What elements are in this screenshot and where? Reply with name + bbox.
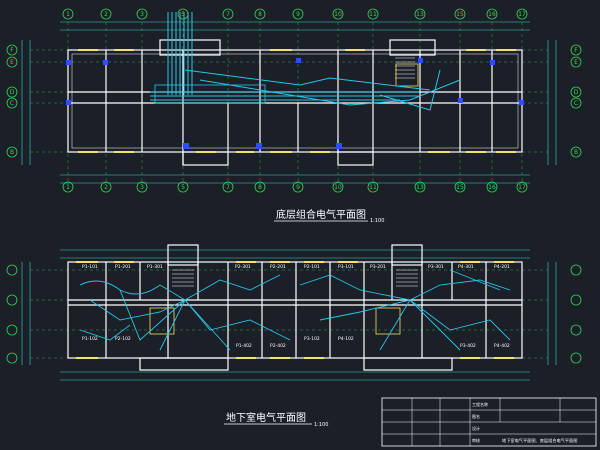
- axis-label: 10: [334, 11, 342, 18]
- axis-label: B: [574, 149, 578, 156]
- axis-label: 17: [518, 184, 526, 191]
- axis-label: 17: [518, 11, 526, 18]
- cad-drawing-canvas: 1 2 3 5 7 8 9 10 11 13 15 16 17 1 2 3 5 …: [0, 0, 600, 450]
- room-label: P2-101: [304, 264, 320, 270]
- axis-label: 11: [369, 11, 377, 18]
- room-label: P4-201: [494, 264, 510, 270]
- room-label: P1-101: [82, 264, 98, 270]
- axis-label: 1: [66, 184, 70, 191]
- bottom-plan-title: 地下室电气平面图: [226, 411, 306, 424]
- axis-label: 5: [181, 11, 185, 18]
- axis-label: 15: [456, 184, 464, 191]
- axis-label: 16: [488, 11, 496, 18]
- axis-label: 8: [258, 184, 262, 191]
- top-plan-title: 底层组合电气平面图: [276, 208, 366, 221]
- axis-label: 7: [226, 11, 230, 18]
- room-label: P2-102: [115, 336, 131, 342]
- room-label: P3-201: [370, 264, 386, 270]
- title-block-row: 工程名称: [472, 401, 488, 407]
- axis-label: 13: [416, 184, 424, 191]
- axis-label: 3: [140, 184, 144, 191]
- room-label: P4-102: [338, 336, 354, 342]
- axis-label: F: [10, 47, 14, 54]
- title-block-drawing-name: 地下室电气平面图、底层组合电气平面图: [502, 437, 577, 444]
- axis-label: E: [574, 59, 578, 66]
- title-block: 工程名称 图名 设计 审核 地下室电气平面图、底层组合电气平面图: [381, 397, 597, 447]
- title-block-row: 图名: [472, 413, 480, 419]
- room-label: P3-402: [460, 343, 476, 349]
- room-label: P2-201: [270, 264, 286, 270]
- axis-label: D: [10, 89, 15, 96]
- room-label: P4-402: [494, 343, 510, 349]
- bottom-plan-scale: 1:100: [314, 422, 328, 428]
- room-label: P4-301: [458, 264, 474, 270]
- room-label: P2-402: [270, 343, 286, 349]
- axis-label: 13: [416, 11, 424, 18]
- axis-label: 2: [104, 11, 108, 18]
- axis-label: 5: [181, 184, 185, 191]
- axis-label: 10: [334, 184, 342, 191]
- axis-label: 2: [104, 184, 108, 191]
- title-block-row: 设计: [472, 425, 480, 431]
- room-label: P2-301: [235, 264, 251, 270]
- axis-label: 7: [226, 184, 230, 191]
- axis-label: C: [574, 100, 578, 107]
- room-label: P1-301: [147, 264, 163, 270]
- axis-label: 11: [369, 184, 377, 191]
- axis-label: 8: [258, 11, 262, 18]
- axis-label: 1: [66, 11, 70, 18]
- axis-label: D: [574, 89, 579, 96]
- room-label: P1-201: [115, 264, 131, 270]
- top-plan-scale: 1:100: [370, 218, 384, 224]
- room-label: P3-301: [428, 264, 444, 270]
- room-label: P3-102: [304, 336, 320, 342]
- axis-label: F: [574, 47, 578, 54]
- axis-label: 9: [296, 11, 300, 18]
- axis-label: 15: [456, 11, 464, 18]
- room-label: P1-402: [236, 343, 252, 349]
- room-label: P1-102: [82, 336, 98, 342]
- axis-label: B: [10, 149, 14, 156]
- axis-label: 3: [140, 11, 144, 18]
- axis-label: 9: [296, 184, 300, 191]
- room-label: P3-101: [338, 264, 354, 270]
- axis-label: C: [10, 100, 14, 107]
- axis-label: 16: [488, 184, 496, 191]
- title-block-row: 审核: [472, 437, 480, 443]
- canvas-background: [0, 0, 600, 450]
- axis-label: E: [10, 59, 14, 66]
